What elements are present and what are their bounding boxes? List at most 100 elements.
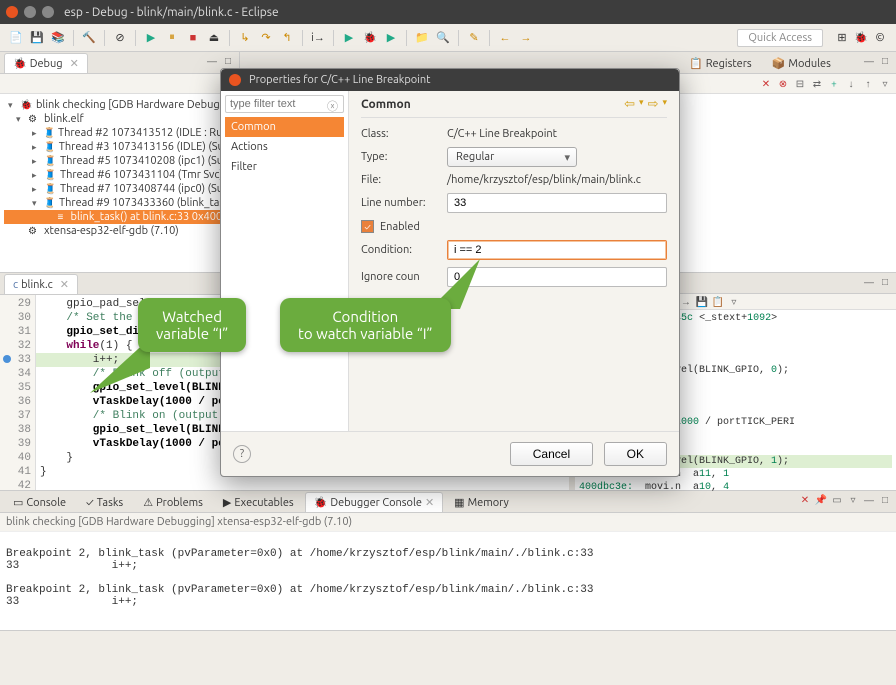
console-description: blink checking [GDB Hardware Debugging] … [0,513,896,532]
dialog-nav-item[interactable]: Filter [225,157,344,177]
console-tab[interactable]: 🐞 Debugger Console ✕ [305,492,444,512]
minimize-view-icon[interactable]: — [862,54,876,68]
console-tab[interactable]: ▭ Console [4,492,75,512]
maximize-icon[interactable]: □ [878,275,892,289]
dialog-nav-item[interactable]: Actions [225,137,344,157]
add-icon[interactable]: + [827,77,841,91]
tree-item[interactable]: ▸🧵Thread #3 1073413156 (IDLE) (Susp [4,140,235,154]
tree-item[interactable]: ⚙xtensa-esp32-elf-gdb (7.10) [4,224,235,238]
close-tab-icon[interactable]: ✕ [60,278,69,291]
run-icon[interactable]: ▶ [341,30,357,46]
tab-icon: 🐞 [314,496,328,509]
tree-item[interactable]: ▸🧵Thread #6 1073431104 (Tmr Svc) (S [4,168,235,182]
dialog-close-button[interactable] [229,74,241,86]
breakpoint-marker-icon[interactable] [3,355,11,363]
skip-bp-icon[interactable]: ⊘ [112,30,128,46]
dialog-nav-item[interactable]: Common [225,117,344,137]
registers-tab[interactable]: 📋 Registers [680,53,761,73]
tree-item[interactable]: ▾🧵Thread #9 1073433360 (blink_task : [4,196,235,210]
menu-icon[interactable]: ▿ [878,77,892,91]
remove-icon[interactable]: ✕ [759,77,773,91]
console-pin-icon[interactable]: 📌 [814,493,828,507]
enabled-checkbox[interactable]: ✓ [361,220,374,233]
toggle-mark-icon[interactable]: ✎ [466,30,482,46]
collapse-icon[interactable]: ⊟ [793,77,807,91]
nav-dropdown-icon[interactable]: ▾ [639,97,644,112]
tree-item[interactable]: ▾🐞blink checking [GDB Hardware Debug [4,98,235,112]
tree-item[interactable]: ▸🧵Thread #5 1073410208 (ipc1) (Susp [4,154,235,168]
window-close-button[interactable] [6,6,18,18]
new-icon[interactable]: 📄 [8,30,24,46]
debug-icon[interactable]: 🐞 [362,30,378,46]
nav-back-icon[interactable]: ⇦ [624,97,635,112]
tree-item[interactable]: ▸🧵Thread #2 1073413512 (IDLE : Runn [4,126,235,140]
minimize-icon[interactable]: — [862,275,876,289]
cancel-button[interactable]: Cancel [510,442,593,466]
terminate-icon[interactable]: ■ [185,30,201,46]
registers-icon: 📋 [689,57,703,70]
asm-save-icon[interactable]: 💾 [695,295,709,309]
asm-goto-icon[interactable]: → [679,295,693,309]
close-tab-icon[interactable]: ✕ [70,57,79,70]
ok-button[interactable]: OK [604,442,667,466]
dialog-filter-input[interactable] [225,95,344,113]
disconnect-icon[interactable]: ⏏ [206,30,222,46]
import-icon[interactable]: ↓ [844,77,858,91]
build-icon[interactable]: 🔨 [81,30,97,46]
step-return-icon[interactable]: ↰ [279,30,295,46]
window-minimize-button[interactable] [24,6,36,18]
line-input[interactable] [447,193,667,213]
nav-dropdown-icon[interactable]: ▾ [662,97,667,112]
tree-item[interactable]: ▸🧵Thread #7 1073408744 (ipc0) (Susp [4,182,235,196]
forward-icon[interactable]: → [518,30,534,46]
quick-access-input[interactable]: Quick Access [737,29,823,47]
resume-icon[interactable]: ▶ [143,30,159,46]
search-icon[interactable]: 🔍 [435,30,451,46]
close-tab-icon[interactable]: ✕ [425,496,434,509]
console-output[interactable]: Breakpoint 2, blink_task (pvParameter=0x… [0,532,896,630]
maximize-icon[interactable]: □ [878,493,892,507]
step-into-icon[interactable]: ↳ [237,30,253,46]
remove-all-icon[interactable]: ⊗ [776,77,790,91]
export-icon[interactable]: ↑ [861,77,875,91]
console-display-icon[interactable]: ▭ [830,493,844,507]
condition-input[interactable] [447,240,667,260]
nav-forward-icon[interactable]: ⇨ [648,97,659,112]
debug-perspective-icon[interactable]: 🐞 [853,30,869,46]
cpp-perspective-icon[interactable]: © [872,30,888,46]
tree-item[interactable]: ▾⚙blink.elf [4,112,235,126]
suspend-icon[interactable]: ⏸ [164,30,180,46]
label-enabled: Enabled [380,221,420,233]
console-menu-icon[interactable]: ▿ [846,493,860,507]
console-tab[interactable]: ▶ Executables [214,492,303,512]
instruction-step-icon[interactable]: i→ [310,30,326,46]
open-type-icon[interactable]: 📁 [414,30,430,46]
statusbar [0,630,896,648]
console-tab[interactable]: ▦ Memory [445,492,518,512]
tree-item[interactable]: ≡blink_task() at blink.c:33 0x400db [4,210,235,224]
save-icon[interactable]: 💾 [29,30,45,46]
minimize-icon[interactable]: — [862,493,876,507]
debug-tab[interactable]: 🐞 Debug ✕ [4,53,88,73]
console-remove-icon[interactable]: ✕ [798,493,812,507]
type-dropdown[interactable]: Regular [447,147,577,167]
run-last-icon[interactable]: ▶ [383,30,399,46]
modules-tab[interactable]: 📦 Modules [763,53,840,73]
minimize-view-icon[interactable]: — [205,54,219,68]
open-perspective-icon[interactable]: ⊞ [834,30,850,46]
help-icon[interactable]: ? [233,445,251,463]
back-icon[interactable]: ← [497,30,513,46]
asm-menu-icon[interactable]: ▿ [727,295,741,309]
ignore-input[interactable] [447,267,667,287]
console-tab[interactable]: ⚠ Problems [134,492,212,512]
maximize-view-icon[interactable]: □ [221,54,235,68]
step-over-icon[interactable]: ↷ [258,30,274,46]
link-icon[interactable]: ⇄ [810,77,824,91]
maximize-view-icon[interactable]: □ [878,54,892,68]
asm-copy-icon[interactable]: 📋 [711,295,725,309]
save-all-icon[interactable]: 📚 [50,30,66,46]
console-tab[interactable]: ✓ Tasks [77,493,132,512]
editor-tab-blink[interactable]: c blink.c ✕ [4,274,78,294]
window-maximize-button[interactable] [42,6,54,18]
tab-icon: ▶ [223,496,231,509]
